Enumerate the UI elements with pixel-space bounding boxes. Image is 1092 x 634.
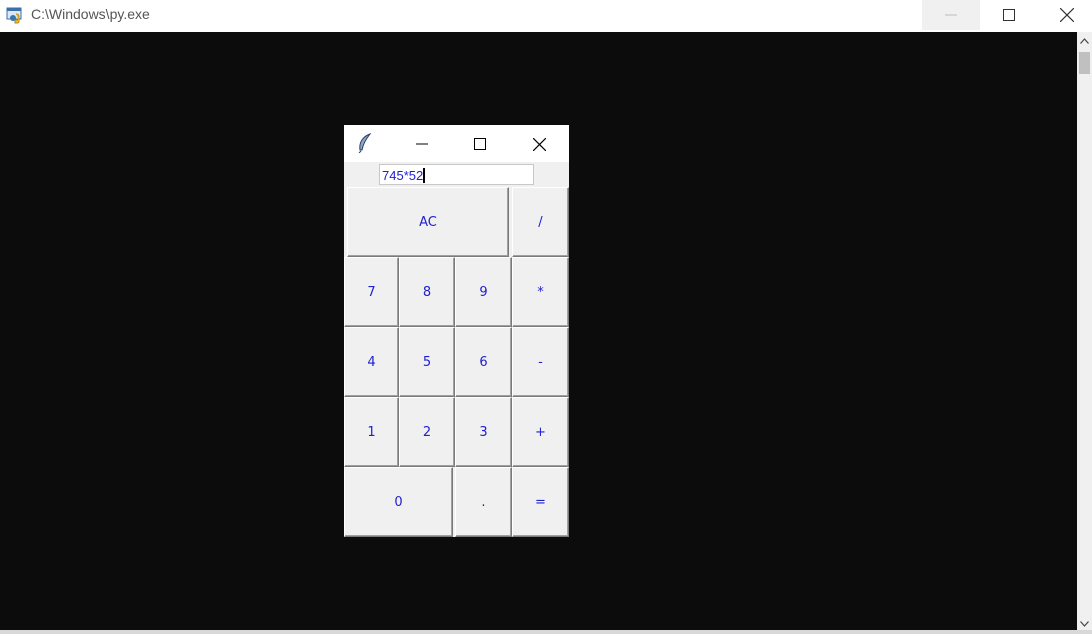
entry-text: 745*52 <box>382 168 424 183</box>
close-icon <box>532 137 546 151</box>
python-icon <box>6 5 26 25</box>
text-caret <box>423 168 426 183</box>
divide-button[interactable]: / <box>512 187 569 257</box>
close-icon <box>1060 8 1074 22</box>
clear-button[interactable]: AC <box>347 187 509 257</box>
calculator-entry[interactable]: 745*52 <box>379 164 534 185</box>
digit-6-button[interactable]: 6 <box>455 327 512 397</box>
calculator-window: 745*52 AC / 7 8 9 * 4 5 6 - 1 2 3 + 0 . … <box>344 125 569 537</box>
add-button[interactable]: + <box>512 397 569 467</box>
digit-0-button[interactable]: 0 <box>344 467 453 537</box>
vertical-scrollbar[interactable] <box>1077 32 1092 632</box>
multiply-button[interactable]: * <box>512 257 569 327</box>
window-title: C:\Windows\py.exe <box>31 6 150 22</box>
digit-5-button[interactable]: 5 <box>399 327 455 397</box>
digit-2-button[interactable]: 2 <box>399 397 455 467</box>
calc-close-button[interactable] <box>524 130 554 158</box>
digit-7-button[interactable]: 7 <box>344 257 399 327</box>
tk-feather-icon <box>356 132 374 154</box>
decimal-point-button[interactable]: . <box>455 467 512 537</box>
digit-4-button[interactable]: 4 <box>344 327 399 397</box>
close-button[interactable] <box>1038 0 1092 30</box>
minimize-icon <box>945 14 957 16</box>
calc-minimize-button[interactable] <box>407 130 437 158</box>
scrollbar-thumb[interactable] <box>1079 52 1090 74</box>
maximize-icon <box>474 138 486 150</box>
minimize-icon <box>416 143 428 145</box>
digit-9-button[interactable]: 9 <box>455 257 512 327</box>
digit-8-button[interactable]: 8 <box>399 257 455 327</box>
minimize-button[interactable] <box>922 0 980 30</box>
calculator-titlebar <box>344 125 569 162</box>
maximize-button[interactable] <box>980 0 1038 30</box>
digit-3-button[interactable]: 3 <box>455 397 512 467</box>
console-bottom-edge <box>0 630 1092 634</box>
console-titlebar: C:\Windows\py.exe <box>0 0 1092 32</box>
maximize-icon <box>1003 9 1015 21</box>
calc-maximize-button[interactable] <box>465 130 495 158</box>
scroll-up-arrow-icon[interactable] <box>1077 32 1092 49</box>
subtract-button[interactable]: - <box>512 327 569 397</box>
digit-1-button[interactable]: 1 <box>344 397 399 467</box>
equals-button[interactable]: = <box>512 467 569 537</box>
